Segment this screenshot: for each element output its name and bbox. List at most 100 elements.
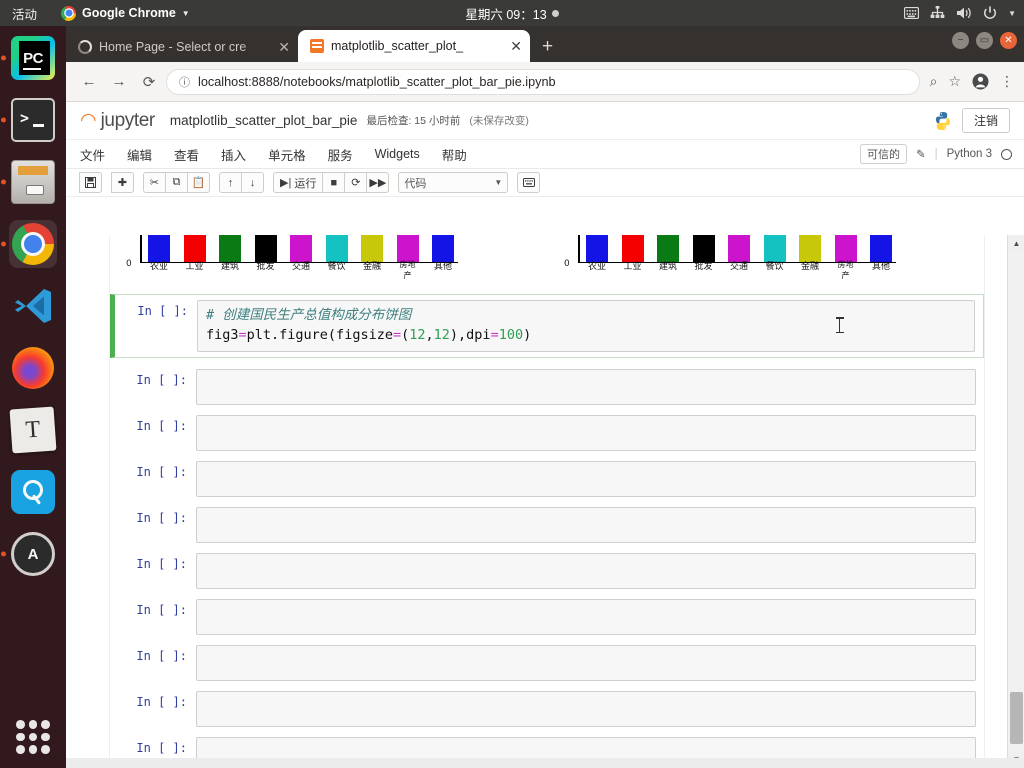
bookmark-star-icon[interactable]: ☆ bbox=[948, 73, 961, 90]
chart-x-tick-labels: 农业 工业 建筑 批发 交通 餐饮 金融 房地产 其他 bbox=[586, 259, 892, 281]
menu-item-insert[interactable]: 插入 bbox=[221, 145, 246, 164]
menu-item-kernel[interactable]: 服务 bbox=[328, 145, 353, 164]
notebook-cell-selected[interactable]: In [ ]: # 创建国民生产总值构成分布饼图 fig3=plt.figure… bbox=[110, 294, 984, 358]
vertical-scrollbar[interactable]: ▲ ▼ bbox=[1007, 235, 1024, 768]
dock-item-firefox[interactable] bbox=[9, 344, 57, 392]
notebook-cell[interactable]: In [ ]: bbox=[110, 456, 984, 502]
toolbar-group-run: ▶| 运行 ■ ⟳ ▶▶ bbox=[273, 172, 390, 193]
close-tab-button[interactable]: ✕ bbox=[278, 40, 290, 54]
scrollbar-thumb[interactable] bbox=[1010, 692, 1023, 744]
pencil-icon[interactable]: ✎ bbox=[916, 147, 926, 161]
menu-item-widgets[interactable]: Widgets bbox=[375, 147, 420, 161]
toolbar-group-insert: ✚ bbox=[111, 172, 134, 193]
dock-item-software-updater[interactable] bbox=[1, 530, 57, 578]
notebook-title[interactable]: matplotlib_scatter_plot_bar_pie bbox=[170, 113, 358, 128]
notebook-cell[interactable]: In [ ]: bbox=[110, 548, 984, 594]
code-input-area[interactable] bbox=[196, 691, 976, 727]
menu-item-edit[interactable]: 编辑 bbox=[127, 145, 152, 164]
new-tab-button[interactable]: + bbox=[530, 36, 565, 62]
x-tick-label: 建筑 bbox=[658, 261, 677, 271]
code-input-area[interactable] bbox=[196, 553, 976, 589]
move-cell-up-button[interactable]: ↑ bbox=[219, 172, 242, 193]
restart-kernel-button[interactable]: ⟳ bbox=[344, 172, 368, 193]
notebook-cell[interactable]: In [ ]: bbox=[110, 594, 984, 640]
code-input-area[interactable] bbox=[196, 507, 976, 543]
x-tick-label: 交通 bbox=[729, 261, 748, 271]
logout-button[interactable]: 注销 bbox=[961, 108, 1010, 133]
code-input-area[interactable] bbox=[196, 461, 976, 497]
save-button[interactable] bbox=[79, 172, 102, 193]
scroll-up-arrow-icon[interactable]: ▲ bbox=[1008, 235, 1024, 252]
divider: | bbox=[934, 148, 938, 160]
chevron-down-icon: ▼ bbox=[494, 178, 503, 187]
system-tray[interactable]: ▼ bbox=[904, 6, 1016, 20]
info-circle-icon[interactable]: ⓘ bbox=[179, 74, 190, 90]
cell-type-select[interactable]: 代码 ▼ bbox=[398, 172, 509, 193]
menu-item-file[interactable]: 文件 bbox=[80, 145, 105, 164]
jupyter-logo[interactable]: ◠ jupyter bbox=[80, 110, 155, 132]
interrupt-kernel-button[interactable]: ■ bbox=[322, 172, 346, 193]
menu-item-help[interactable]: 帮助 bbox=[442, 145, 467, 164]
copy-cell-button[interactable]: ⧉ bbox=[165, 172, 188, 193]
insert-cell-below-button[interactable]: ✚ bbox=[111, 172, 134, 193]
kernel-status-icon[interactable] bbox=[1001, 148, 1012, 160]
volume-icon[interactable] bbox=[956, 6, 972, 20]
back-button[interactable]: ← bbox=[76, 69, 102, 95]
browser-tab-matplotlib-notebook[interactable]: matplotlib_scatter_plot_ ✕ bbox=[298, 30, 530, 62]
code-input-area[interactable] bbox=[196, 645, 976, 681]
show-applications-button[interactable] bbox=[16, 720, 50, 754]
code-input-area[interactable] bbox=[196, 415, 976, 451]
dock-item-vs-code[interactable] bbox=[9, 282, 57, 330]
minimize-window-button[interactable]: − bbox=[952, 32, 969, 49]
chrome-menu-icon[interactable]: ⋮ bbox=[1000, 74, 1014, 89]
network-icon[interactable] bbox=[930, 6, 945, 20]
close-tab-button[interactable]: ✕ bbox=[510, 39, 522, 53]
code-input-area[interactable] bbox=[196, 599, 976, 635]
bar bbox=[361, 235, 383, 262]
app-menu[interactable]: Google Chrome ▼ bbox=[61, 5, 190, 21]
notebook-scroll-area[interactable]: 0 3409.2 bbox=[66, 235, 1024, 768]
activities-button[interactable]: 活动 bbox=[0, 4, 47, 23]
firefox-icon bbox=[12, 347, 54, 389]
code-token: , bbox=[425, 327, 434, 343]
browser-tab-home-page[interactable]: Home Page - Select or cre ✕ bbox=[66, 32, 298, 62]
notebook-cell[interactable]: In [ ]: bbox=[110, 502, 984, 548]
menu-item-view[interactable]: 查看 bbox=[174, 145, 199, 164]
keyboard-icon[interactable] bbox=[904, 7, 920, 19]
notebook-cell[interactable]: In [ ]: bbox=[110, 364, 984, 410]
notebook-cell[interactable]: In [ ]: bbox=[110, 640, 984, 686]
bar bbox=[728, 235, 750, 262]
dock-item-pycharm[interactable]: PC bbox=[1, 34, 57, 82]
restart-run-all-button[interactable]: ▶▶ bbox=[366, 172, 390, 193]
paste-cell-button[interactable]: 📋 bbox=[187, 172, 210, 193]
dock-item-google-chrome[interactable] bbox=[1, 220, 57, 268]
chevron-down-icon[interactable]: ▼ bbox=[1008, 9, 1016, 18]
trusted-badge[interactable]: 可信的 bbox=[859, 144, 907, 164]
menu-item-cell[interactable]: 单元格 bbox=[268, 145, 306, 164]
notebook-cell[interactable]: In [ ]: bbox=[110, 410, 984, 456]
bar bbox=[692, 235, 715, 262]
forward-button[interactable]: → bbox=[106, 69, 132, 95]
code-input-area[interactable]: # 创建国民生产总值构成分布饼图 fig3=plt.figure(figsize… bbox=[197, 300, 975, 352]
zoom-out-icon[interactable]: ⌕ bbox=[930, 73, 938, 90]
notebook-cell[interactable]: In [ ]: bbox=[110, 686, 984, 732]
maximize-window-button[interactable]: ▭ bbox=[976, 32, 993, 49]
last-checkpoint-label: 最后检查: 15 小时前 bbox=[366, 115, 461, 127]
cut-cell-button[interactable]: ✂ bbox=[143, 172, 166, 193]
dock-item-app-search[interactable] bbox=[9, 468, 57, 516]
vscode-icon bbox=[11, 284, 55, 328]
address-bar[interactable]: ⓘ localhost:8888/notebooks/matplotlib_sc… bbox=[166, 68, 920, 95]
run-cell-button[interactable]: ▶| 运行 bbox=[273, 172, 324, 193]
command-palette-button[interactable] bbox=[517, 172, 541, 193]
reload-button[interactable]: ⟳ bbox=[136, 69, 162, 95]
dock-item-text-editor[interactable] bbox=[9, 406, 57, 454]
profile-avatar-icon[interactable] bbox=[972, 73, 989, 90]
bar-chart-left: 0 3409.2 bbox=[118, 235, 468, 285]
loading-spinner-icon bbox=[78, 40, 92, 54]
code-input-area[interactable] bbox=[196, 369, 976, 405]
power-icon[interactable] bbox=[983, 6, 997, 20]
dock-item-files[interactable] bbox=[1, 158, 57, 206]
close-window-button[interactable]: ✕ bbox=[1000, 32, 1017, 49]
move-cell-down-button[interactable]: ↓ bbox=[241, 172, 264, 193]
dock-item-terminal[interactable] bbox=[1, 96, 57, 144]
